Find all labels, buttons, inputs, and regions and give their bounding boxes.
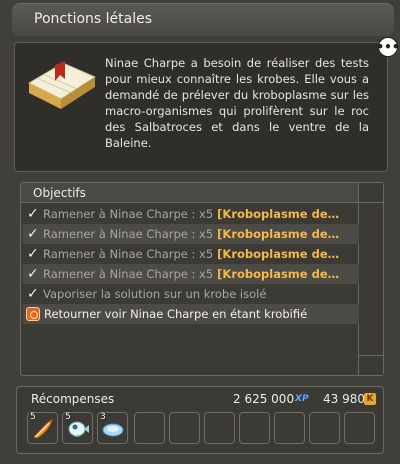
objective-text: Ramener à Ninae Charpe : x5 [43, 247, 214, 261]
kamas-icon: K [364, 393, 376, 405]
reward-slot-1[interactable]: 5 [27, 412, 58, 444]
reward-slot-empty[interactable] [204, 412, 235, 444]
window-title: Ponctions létales [34, 11, 153, 27]
quest-description-text: Ninae Charpe a besoin de réaliser des te… [105, 56, 369, 150]
chat-bubble-icon[interactable]: ••• [377, 37, 400, 57]
objective-item-link[interactable]: [Kroboplasme de… [217, 267, 339, 281]
reward-slot-empty[interactable] [169, 412, 200, 444]
xp-value: 2 625 000 [233, 392, 295, 406]
reward-slot-empty[interactable] [134, 412, 165, 444]
checkmark-icon: ✓ [27, 246, 39, 262]
objective-row: ✓ Ramener à Ninae Charpe : x5 [Kroboplas… [23, 244, 359, 264]
reward-quantity: 3 [100, 412, 106, 422]
objective-target-icon [26, 307, 40, 321]
objective-text: Retourner voir Ninae Charpe en étant kro… [44, 307, 308, 321]
reward-slot-3[interactable]: 3 [97, 412, 128, 444]
quest-description-box: Ninae Charpe a besoin de réaliser des te… [14, 42, 388, 172]
checkmark-icon: ✓ [27, 206, 39, 222]
reward-slot-empty[interactable] [274, 412, 305, 444]
objective-text: Ramener à Ninae Charpe : x5 [43, 267, 214, 281]
checkmark-icon: ✓ [27, 266, 39, 282]
xp-icon: XP [295, 394, 309, 404]
objective-row: ✓ Ramener à Ninae Charpe : x5 [Kroboplas… [23, 204, 359, 224]
checkmark-icon: ✓ [27, 286, 39, 302]
objective-row: ✓ Ramener à Ninae Charpe : x5 [Kroboplas… [23, 224, 359, 244]
objective-row: ✓ Vaporiser la solution sur un krobe iso… [23, 284, 359, 304]
objective-item-link[interactable]: [Kroboplasme de… [217, 247, 339, 261]
objectives-box: Objectifs ✓ Ramener à Ninae Charpe : x5 … [20, 182, 384, 376]
kamas-value: 43 980 [323, 392, 365, 406]
reward-quantity: 5 [30, 412, 36, 422]
reward-slot-empty[interactable] [344, 412, 375, 444]
quest-panel: Ponctions létales Ninae Charpe a besoin … [0, 0, 400, 464]
reward-slot-2[interactable]: 5 [62, 412, 93, 444]
objective-text: Ramener à Ninae Charpe : x5 [43, 207, 214, 221]
scroll-up-area[interactable] [359, 183, 383, 203]
title-bar[interactable]: Ponctions létales [12, 3, 394, 36]
objectives-header: Objectifs [21, 183, 359, 203]
reward-slot-empty[interactable] [239, 412, 270, 444]
rewards-label: Récompenses [31, 392, 115, 406]
objective-text: Vaporiser la solution sur un krobe isolé [43, 287, 267, 301]
scroll-down-area[interactable] [359, 355, 383, 375]
objective-text: Ramener à Ninae Charpe : x5 [43, 227, 214, 241]
objective-item-link[interactable]: [Kroboplasme de… [217, 207, 339, 221]
objective-item-link[interactable]: [Kroboplasme de… [217, 227, 339, 241]
checkmark-icon: ✓ [27, 226, 39, 242]
objective-row-active[interactable]: Retourner voir Ninae Charpe en étant kro… [23, 304, 359, 324]
objectives-label: Objectifs [33, 186, 86, 200]
open-book-icon [27, 61, 97, 109]
objectives-scrollbar[interactable] [358, 183, 383, 375]
rewards-box: Récompenses 2 625 000 XP 43 980 K 5 5 3 [16, 386, 384, 454]
reward-quantity: 5 [65, 412, 71, 422]
objective-row: ✓ Ramener à Ninae Charpe : x5 [Kroboplas… [23, 264, 359, 284]
reward-slot-empty[interactable] [309, 412, 340, 444]
